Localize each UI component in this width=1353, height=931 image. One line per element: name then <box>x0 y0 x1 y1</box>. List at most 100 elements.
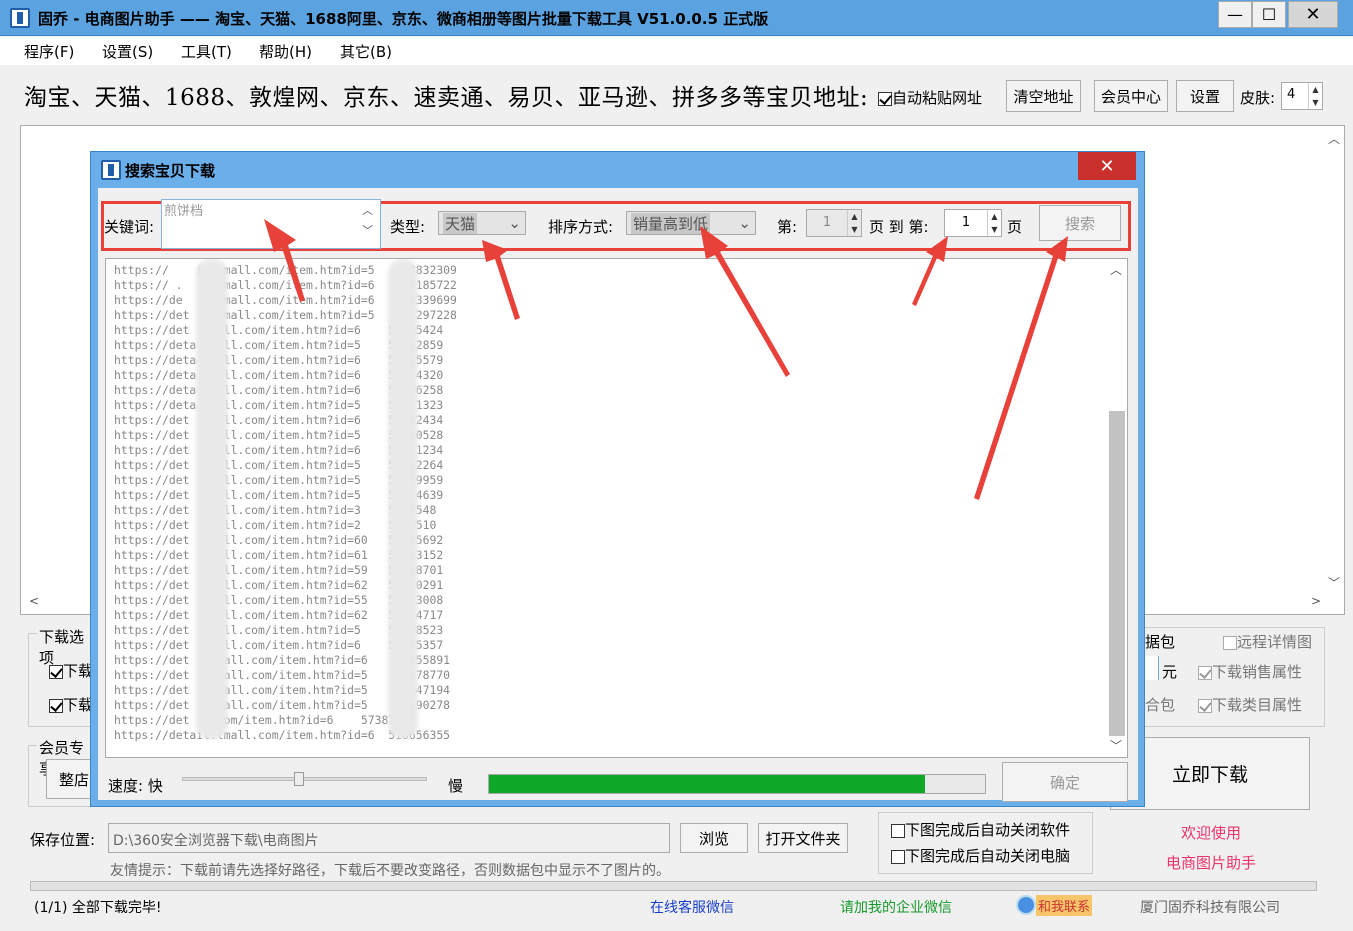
save-path-field[interactable]: D:\360安全浏览器下载\电商图片 <box>108 823 670 853</box>
sort-label: 排序方式: <box>548 218 614 236</box>
tip-text: 友情提示：下载前请先选择好路径，下载后不要改变路径，否则数据包中显示不了图片的。 <box>110 863 670 879</box>
merge-pack-label: 合包 <box>1145 696 1176 714</box>
remote-detail-checkbox[interactable] <box>1223 635 1237 650</box>
page-from-stepper[interactable]: 1 ▲ ▼ <box>806 209 862 237</box>
menu-other[interactable]: 其它(B) <box>340 41 392 62</box>
auto-close-pc-checkbox[interactable] <box>891 849 905 864</box>
option-label: 下载 <box>63 696 94 714</box>
sales-attr-label: 下载销售属性 <box>1212 663 1303 681</box>
spin-down-icon[interactable]: ▼ <box>848 223 861 236</box>
browse-button[interactable]: 浏览 <box>680 823 748 853</box>
slow-label: 慢 <box>448 777 464 795</box>
menu-bar: 程序(F) 设置(S) 工具(T) 帮助(H) 其它(B) <box>0 37 1353 65</box>
qq-icon <box>1016 895 1036 915</box>
search-button[interactable]: 搜索 <box>1039 205 1121 241</box>
speed-slider-thumb[interactable] <box>294 772 304 786</box>
auto-paste-checkbox[interactable] <box>878 91 892 106</box>
page-to-stepper[interactable]: 1 ▲ ▼ <box>944 209 1002 237</box>
page-from-value[interactable]: 1 <box>807 210 847 236</box>
menu-tools[interactable]: 工具(T) <box>181 41 232 62</box>
sort-select[interactable]: 销量高到低 ⌄ <box>626 211 756 235</box>
chevron-down-icon[interactable]: ⌄ <box>508 214 521 232</box>
result-scrollbar[interactable]: ︿ ﹀ <box>1106 261 1126 755</box>
member-center-button[interactable]: 会员中心 <box>1094 80 1168 112</box>
dialog-progress-bar <box>488 774 986 794</box>
maximize-button[interactable]: ☐ <box>1252 1 1286 28</box>
page-to-value[interactable]: 1 <box>945 210 987 236</box>
speed-slider-track[interactable] <box>182 777 427 781</box>
sales-attr-checkbox[interactable] <box>1198 665 1212 680</box>
download-option-1[interactable]: 下载 <box>49 660 93 681</box>
option-checkbox[interactable] <box>49 698 63 713</box>
option-label: 下载 <box>63 662 94 680</box>
spin-down-icon[interactable]: ▼ <box>1309 96 1322 109</box>
ok-button[interactable]: 确定 <box>1002 762 1128 802</box>
window-title: 固乔 - 电商图片助手 —— 淘宝、天猫、1688阿里、京东、微商相册等图片批量… <box>38 10 769 28</box>
search-dialog: 搜索宝贝下载 ✕ 关键词: 煎饼档 ︿ ﹀ 类型: 天猫 ⌄ 排序方式: 销量高… <box>90 151 1145 807</box>
spin-down-icon[interactable]: ▼ <box>988 223 1001 236</box>
scrollbar-thumb[interactable] <box>1109 411 1125 736</box>
dialog-app-icon <box>101 160 121 180</box>
service-wechat-link[interactable]: 在线客服微信 <box>650 897 734 917</box>
chevron-down-icon[interactable]: ⌄ <box>738 214 751 232</box>
menu-program[interactable]: 程序(F) <box>24 41 74 62</box>
type-select[interactable]: 天猫 ⌄ <box>438 211 526 235</box>
sort-value[interactable]: 销量高到低 <box>631 212 711 234</box>
auto-paste-option[interactable]: 自动粘贴网址 <box>878 87 982 108</box>
title-bar: 固乔 - 电商图片助手 —— 淘宝、天猫、1688阿里、京东、微商相册等图片批量… <box>0 0 1353 36</box>
scroll-down-icon[interactable]: ﹀ <box>1110 737 1122 754</box>
auto-close-pc-option[interactable]: 下图完成后自动关闭电脑 <box>891 845 1070 866</box>
main-progress-bar <box>30 881 1317 891</box>
scroll-down-icon[interactable]: ﹀ <box>1328 574 1340 591</box>
sales-attr-option[interactable]: 下载销售属性 <box>1198 661 1302 682</box>
blur-mask <box>196 259 228 739</box>
remote-detail-option[interactable]: 远程详情图 <box>1223 631 1312 652</box>
contact-label: 和我联系 <box>1036 894 1093 916</box>
minimize-button[interactable]: — <box>1218 1 1252 28</box>
skin-stepper[interactable]: 4 ▲ ▼ <box>1281 82 1323 110</box>
result-list-box[interactable]: https:// il.tmall.com/item.htm?id=5 3383… <box>105 258 1128 758</box>
blur-mask <box>388 259 418 739</box>
price-input[interactable] <box>1145 656 1159 680</box>
enterprise-wechat-link[interactable]: 请加我的企业微信 <box>840 897 952 917</box>
scroll-left-icon[interactable]: < <box>29 594 39 608</box>
app-name-text: 电商图片助手 <box>1166 854 1257 872</box>
extra-options-group: 据包 远程详情图 元 下载销售属性 合包 下载类目属性 <box>1130 627 1325 727</box>
dialog-close-button[interactable]: ✕ <box>1078 152 1136 180</box>
clear-address-button[interactable]: 清空地址 <box>1006 80 1081 112</box>
option-checkbox[interactable] <box>49 664 63 679</box>
type-value[interactable]: 天猫 <box>443 212 478 234</box>
contact-button[interactable]: 和我联系 <box>1016 894 1100 916</box>
close-button[interactable]: ✕ <box>1288 1 1338 28</box>
page-suffix-label: 页 <box>1007 218 1023 236</box>
menu-settings[interactable]: 设置(S) <box>102 41 153 62</box>
member-group: 会员专享 整店 <box>28 737 102 807</box>
auto-close-software-checkbox[interactable] <box>891 823 905 838</box>
keyword-scroll-down-icon[interactable]: ﹀ <box>362 222 373 238</box>
settings-button[interactable]: 设置 <box>1176 80 1234 112</box>
app-icon <box>10 8 30 28</box>
download-option-2[interactable]: 下载 <box>49 694 93 715</box>
auto-close-software-option[interactable]: 下图完成后自动关闭软件 <box>891 819 1070 840</box>
spin-up-icon[interactable]: ▲ <box>848 210 861 223</box>
search-row: 关键词: 煎饼档 ︿ ﹀ 类型: 天猫 ⌄ 排序方式: 销量高到低 ⌄ 第: 1… <box>101 199 1131 251</box>
category-attr-checkbox[interactable] <box>1198 698 1212 713</box>
open-folder-button[interactable]: 打开文件夹 <box>758 823 848 853</box>
spin-up-icon[interactable]: ▲ <box>1309 83 1322 96</box>
auto-close-software-label: 下图完成后自动关闭软件 <box>905 821 1071 839</box>
keyword-value[interactable]: 煎饼档 <box>164 200 203 219</box>
keyword-input[interactable]: 煎饼档 ︿ ﹀ <box>161 199 381 249</box>
spin-up-icon[interactable]: ▲ <box>988 210 1001 223</box>
auto-paste-label: 自动粘贴网址 <box>892 89 983 107</box>
menu-help[interactable]: 帮助(H) <box>259 41 312 62</box>
welcome-text: 欢迎使用 <box>1181 824 1242 842</box>
scroll-up-icon[interactable]: ︿ <box>1328 130 1340 147</box>
page-to-label: 页 到 第: <box>869 218 929 236</box>
dialog-body: 关键词: 煎饼档 ︿ ﹀ 类型: 天猫 ⌄ 排序方式: 销量高到低 ⌄ 第: 1… <box>98 188 1138 802</box>
url-headline: 淘宝、天猫、1688、敦煌网、京东、速卖通、易贝、亚马逊、拼多多等宝贝地址: <box>24 85 869 111</box>
category-attr-option[interactable]: 下载类目属性 <box>1198 694 1302 715</box>
keyword-scroll-up-icon[interactable]: ︿ <box>362 202 373 218</box>
scroll-right-icon[interactable]: > <box>1311 594 1321 608</box>
scroll-up-icon[interactable]: ︿ <box>1110 261 1122 278</box>
skin-value[interactable]: 4 <box>1282 83 1308 109</box>
